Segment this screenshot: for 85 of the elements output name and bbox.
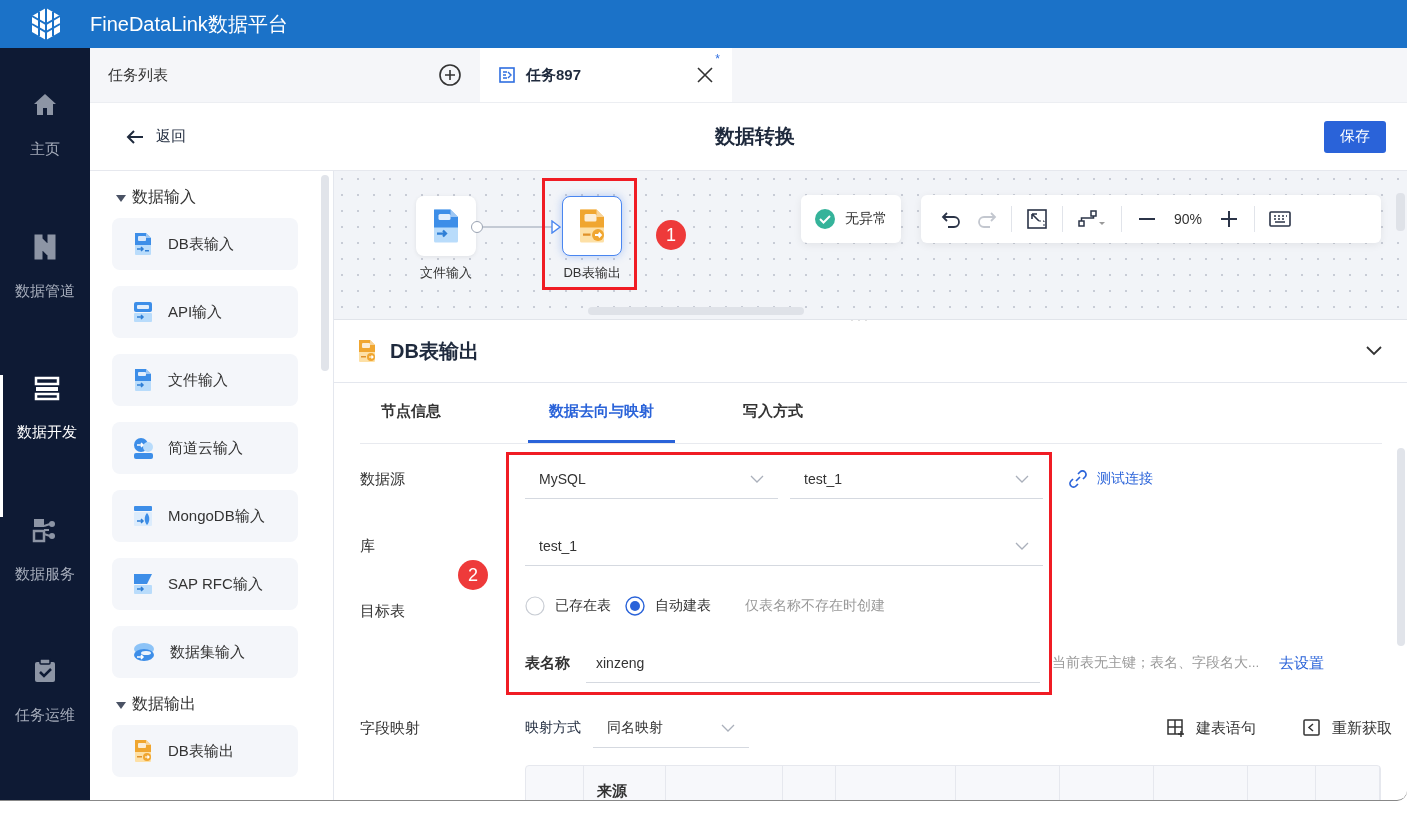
node-label: 文件输入 (420, 264, 472, 282)
grid-icon (1166, 718, 1186, 738)
refresh-button[interactable]: 重新获取 (1302, 718, 1392, 738)
flow-node[interactable] (416, 196, 476, 256)
category-header[interactable]: 数据输入 (116, 187, 196, 208)
node-type-item[interactable]: API输入 (112, 286, 298, 338)
node-type-item[interactable]: 文件输入 (112, 354, 298, 406)
database-output-icon (132, 739, 154, 763)
mongodb-input-icon (132, 504, 154, 528)
warning-text: 当前表无主键；表名、字段名大... (1052, 654, 1260, 672)
chevron-down-icon (1015, 541, 1029, 550)
test-connection-link[interactable]: 测试连接 (1063, 469, 1159, 489)
settings-link[interactable]: 去设置 (1273, 652, 1331, 674)
keyboard-icon[interactable] (1269, 208, 1292, 230)
column-header: 来源 (597, 782, 627, 799)
api-input-icon (132, 300, 154, 324)
layout-icon[interactable] (1077, 208, 1107, 230)
annotation-badge: 2 (458, 560, 488, 590)
app-title: FineDataLink数据平台 (90, 11, 288, 37)
save-button[interactable]: 保存 (1324, 120, 1386, 153)
field-label: 表名称 (525, 653, 570, 673)
node-type-item[interactable]: 数据集输入 (112, 626, 298, 678)
nav-item[interactable]: 数据开发 (0, 375, 90, 517)
nav-item[interactable]: 主页 (0, 92, 90, 234)
node-type-item[interactable]: DB表输出 (112, 725, 298, 777)
chevron-down-icon (750, 474, 764, 483)
database-output-icon (356, 339, 378, 363)
tab-label: 任务897 (526, 65, 582, 85)
nav-icon (33, 375, 60, 402)
cloud-input-icon (132, 436, 154, 460)
scrollbar[interactable] (588, 307, 804, 315)
scrollbar[interactable] (321, 175, 329, 371)
back-button[interactable]: 返回 (126, 127, 186, 146)
chevron-down-icon (1015, 474, 1029, 483)
annotation-badge: 1 (656, 220, 686, 250)
modified-mark: * (715, 52, 720, 66)
field-label: 目标表 (360, 601, 406, 621)
chevron-down-icon[interactable] (1365, 345, 1383, 357)
close-icon[interactable] (696, 66, 714, 84)
database-input-icon (132, 232, 154, 256)
scrollbar[interactable] (1397, 448, 1405, 646)
add-icon[interactable] (438, 63, 462, 87)
status-badge: 无异常 (801, 195, 901, 243)
flow-node[interactable] (562, 196, 622, 256)
home-icon (32, 92, 58, 118)
zoom-level: 90% (1173, 211, 1204, 227)
nav-item[interactable]: 数据服务 (0, 516, 90, 659)
field-label: 映射方式 (525, 719, 581, 737)
nav-item[interactable]: 任务运维 (0, 658, 90, 800)
radio-option[interactable]: 已存在表 (525, 596, 611, 616)
category-header[interactable]: 数据输出 (116, 694, 196, 715)
nav-item[interactable]: 数据管道 (0, 233, 90, 376)
tab[interactable]: 任务897 * (480, 48, 732, 102)
fit-view-icon[interactable] (1026, 208, 1048, 230)
field-label: 字段映射 (360, 718, 421, 738)
back-arrow-icon (126, 128, 144, 145)
node-label: DB表输出 (563, 264, 621, 282)
refresh-icon (1302, 718, 1322, 738)
nav-icon (32, 516, 58, 543)
nav-icon (32, 658, 58, 685)
node-type-item[interactable]: MongoDB输入 (112, 490, 298, 542)
radio-option[interactable]: 自动建表 (625, 596, 711, 616)
tab[interactable]: 数据去向与映射 (528, 383, 675, 443)
check-circle-icon (815, 209, 835, 229)
link-icon (1069, 470, 1087, 488)
tab[interactable]: 任务列表 (90, 48, 480, 102)
field-label: 数据源 (360, 469, 406, 489)
node-type-item[interactable]: DB表输入 (112, 218, 298, 270)
dataset-input-icon (132, 640, 156, 664)
tab[interactable]: 写入方式 (699, 383, 846, 443)
page-title: 数据转换 (714, 124, 796, 149)
caret-icon (116, 699, 126, 710)
node-type-item[interactable]: 简道云输入 (112, 422, 298, 474)
caret-icon (116, 192, 126, 203)
nav-icon (32, 233, 58, 260)
tab[interactable]: 节点信息 (360, 383, 461, 443)
sap-input-icon (132, 572, 154, 596)
create-table-button[interactable]: 建表语句 (1166, 718, 1256, 738)
panel-title: DB表输出 (390, 338, 480, 364)
hint-text: 仅表名称不存在时创建 (745, 597, 885, 615)
chevron-down-icon (721, 723, 735, 732)
node-type-item[interactable]: SAP RFC输入 (112, 558, 298, 610)
file-input-icon (132, 368, 154, 392)
task-icon (498, 66, 516, 84)
field-label: 库 (360, 536, 376, 556)
